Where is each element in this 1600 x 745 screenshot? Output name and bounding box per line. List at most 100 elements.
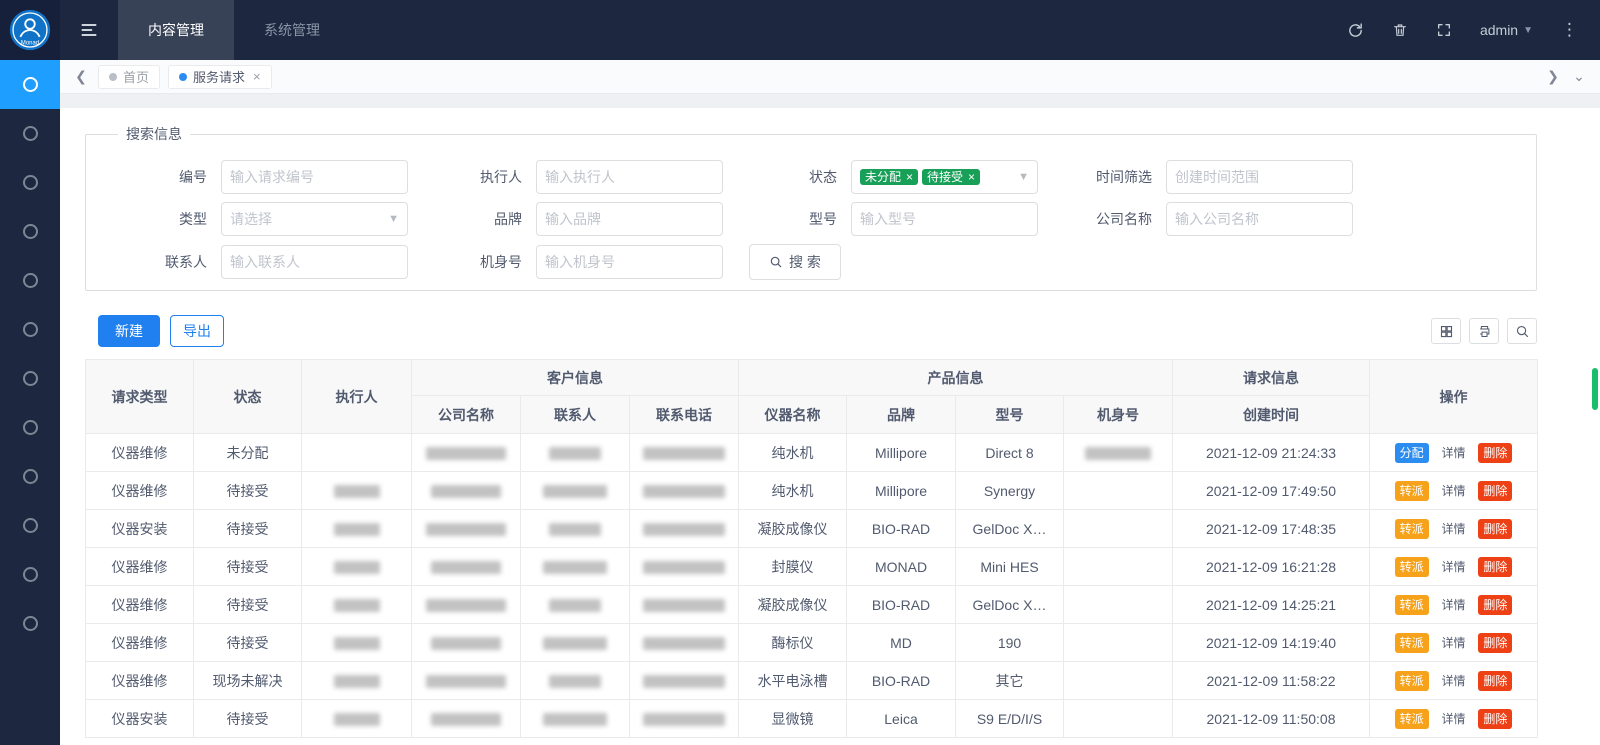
scrollbar-thumb[interactable]	[1592, 368, 1598, 410]
table-row: 仪器安装 待接受 凝胶成像仪 BIO-RAD GelDoc X… 2021-12…	[86, 510, 1538, 548]
search-button[interactable]: 搜 索	[749, 244, 841, 280]
cell-brand: BIO-RAD	[847, 510, 956, 548]
row-delete-button[interactable]: 删除	[1478, 557, 1512, 577]
redacted-text	[543, 637, 607, 650]
cell-created-time: 2021-12-09 17:49:50	[1173, 472, 1370, 510]
executor-input[interactable]	[536, 160, 723, 194]
type-select[interactable]: 请选择 ▼	[221, 202, 408, 236]
row-delete-button[interactable]: 删除	[1478, 671, 1512, 691]
tag-close-icon[interactable]: ×	[906, 171, 913, 183]
trash-icon[interactable]	[1392, 22, 1408, 38]
row-delete-button[interactable]: 删除	[1478, 633, 1512, 653]
request-id-input[interactable]	[221, 160, 408, 194]
row-detail-button[interactable]: 详情	[1436, 557, 1470, 577]
print-button[interactable]	[1469, 318, 1499, 344]
refresh-icon[interactable]	[1347, 22, 1364, 39]
cell-instrument: 封膜仪	[739, 548, 847, 586]
user-menu[interactable]: admin ▼	[1480, 22, 1533, 38]
status-multiselect[interactable]: 未分配 × 待接受 × ▼	[851, 160, 1038, 194]
row-primary-action-button[interactable]: 转派	[1395, 709, 1429, 729]
row-delete-button[interactable]: 删除	[1478, 443, 1512, 463]
model-input[interactable]	[851, 202, 1038, 236]
row-primary-action-button[interactable]: 转派	[1395, 481, 1429, 501]
circle-menu-icon	[23, 469, 38, 484]
sidebar-item[interactable]	[0, 109, 60, 158]
collapse-menu-icon[interactable]	[60, 20, 118, 40]
row-primary-action-button[interactable]: 分配	[1395, 443, 1429, 463]
printer-icon	[1477, 324, 1492, 339]
status-tag-unassigned: 未分配 ×	[860, 169, 918, 185]
redacted-text	[426, 599, 506, 612]
col-company: 公司名称	[412, 396, 521, 434]
row-delete-button[interactable]: 删除	[1478, 519, 1512, 539]
company-input[interactable]	[1166, 202, 1353, 236]
tabs-scroll-right-icon[interactable]: ❯	[1540, 68, 1566, 85]
service-request-table: 请求类型 状态 执行人 客户信息 产品信息 请求信息 操作 公司名称 联系人 联…	[85, 359, 1538, 738]
tabs-scroll-left-icon[interactable]: ❮	[68, 68, 94, 85]
serial-input[interactable]	[536, 245, 723, 279]
field-contact: 联系人	[106, 245, 408, 279]
contact-input[interactable]	[221, 245, 408, 279]
field-label: 机身号	[421, 252, 536, 272]
row-delete-button[interactable]: 删除	[1478, 595, 1512, 615]
row-detail-button[interactable]: 详情	[1436, 519, 1470, 539]
sidebar-item[interactable]	[0, 452, 60, 501]
redacted-text	[334, 485, 380, 498]
fullscreen-icon[interactable]	[1436, 22, 1452, 38]
nav-tab-system-management[interactable]: 系统管理	[234, 0, 350, 60]
cell-actions: 转派 详情 删除	[1370, 548, 1538, 586]
cell-status: 现场未解决	[194, 662, 302, 700]
row-primary-action-button[interactable]: 转派	[1395, 595, 1429, 615]
row-delete-button[interactable]: 删除	[1478, 709, 1512, 729]
row-detail-button[interactable]: 详情	[1436, 633, 1470, 653]
tag-close-icon[interactable]: ×	[968, 171, 975, 183]
page-tab-service-request[interactable]: 服务请求 ×	[168, 65, 272, 89]
row-detail-button[interactable]: 详情	[1436, 709, 1470, 729]
brand-input[interactable]	[536, 202, 723, 236]
new-button[interactable]: 新建	[98, 315, 160, 347]
row-primary-action-button[interactable]: 转派	[1395, 633, 1429, 653]
field-model: 型号	[736, 202, 1038, 236]
cell-company	[412, 586, 521, 624]
sidebar-item[interactable]	[0, 305, 60, 354]
sidebar-item[interactable]	[0, 256, 60, 305]
sidebar-item[interactable]	[0, 599, 60, 648]
col-status: 状态	[194, 360, 302, 434]
tabs-menu-chevron-icon[interactable]: ⌄	[1566, 68, 1592, 85]
row-detail-button[interactable]: 详情	[1436, 443, 1470, 463]
nav-tab-content-management[interactable]: 内容管理	[118, 0, 234, 60]
sidebar-item[interactable]	[0, 60, 60, 109]
table-search-button[interactable]	[1507, 318, 1537, 344]
redacted-text	[426, 447, 506, 460]
sidebar-item[interactable]	[0, 158, 60, 207]
col-instrument: 仪器名称	[739, 396, 847, 434]
col-created: 创建时间	[1173, 396, 1370, 434]
row-detail-button[interactable]: 详情	[1436, 671, 1470, 691]
row-primary-action-button[interactable]: 转派	[1395, 557, 1429, 577]
cell-instrument: 凝胶成像仪	[739, 586, 847, 624]
cell-status: 待接受	[194, 510, 302, 548]
sidebar: Monad	[0, 0, 60, 745]
time-range-input[interactable]	[1166, 160, 1353, 194]
close-icon[interactable]: ×	[253, 69, 261, 84]
table-row: 仪器维修 现场未解决 水平电泳槽 BIO-RAD 其它 2021-12-09 1…	[86, 662, 1538, 700]
cell-request-type: 仪器维修	[86, 624, 194, 662]
col-executor: 执行人	[302, 360, 412, 434]
monad-logo-icon: Monad	[8, 8, 52, 52]
more-vertical-icon[interactable]: ⋮	[1561, 20, 1578, 40]
redacted-text	[334, 523, 380, 536]
column-settings-button[interactable]	[1431, 318, 1461, 344]
row-primary-action-button[interactable]: 转派	[1395, 519, 1429, 539]
row-detail-button[interactable]: 详情	[1436, 481, 1470, 501]
export-button[interactable]: 导出	[170, 315, 224, 347]
cell-serial	[1064, 700, 1173, 738]
row-delete-button[interactable]: 删除	[1478, 481, 1512, 501]
page-tab-home[interactable]: 首页	[98, 65, 160, 89]
row-detail-button[interactable]: 详情	[1436, 595, 1470, 615]
sidebar-item[interactable]	[0, 403, 60, 452]
sidebar-item[interactable]	[0, 207, 60, 256]
sidebar-item[interactable]	[0, 501, 60, 550]
sidebar-item[interactable]	[0, 550, 60, 599]
row-primary-action-button[interactable]: 转派	[1395, 671, 1429, 691]
sidebar-item[interactable]	[0, 354, 60, 403]
